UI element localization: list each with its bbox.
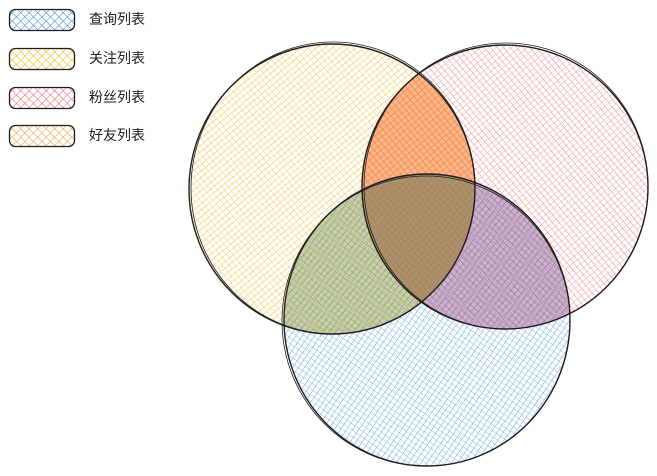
venn-diagram bbox=[188, 41, 649, 467]
